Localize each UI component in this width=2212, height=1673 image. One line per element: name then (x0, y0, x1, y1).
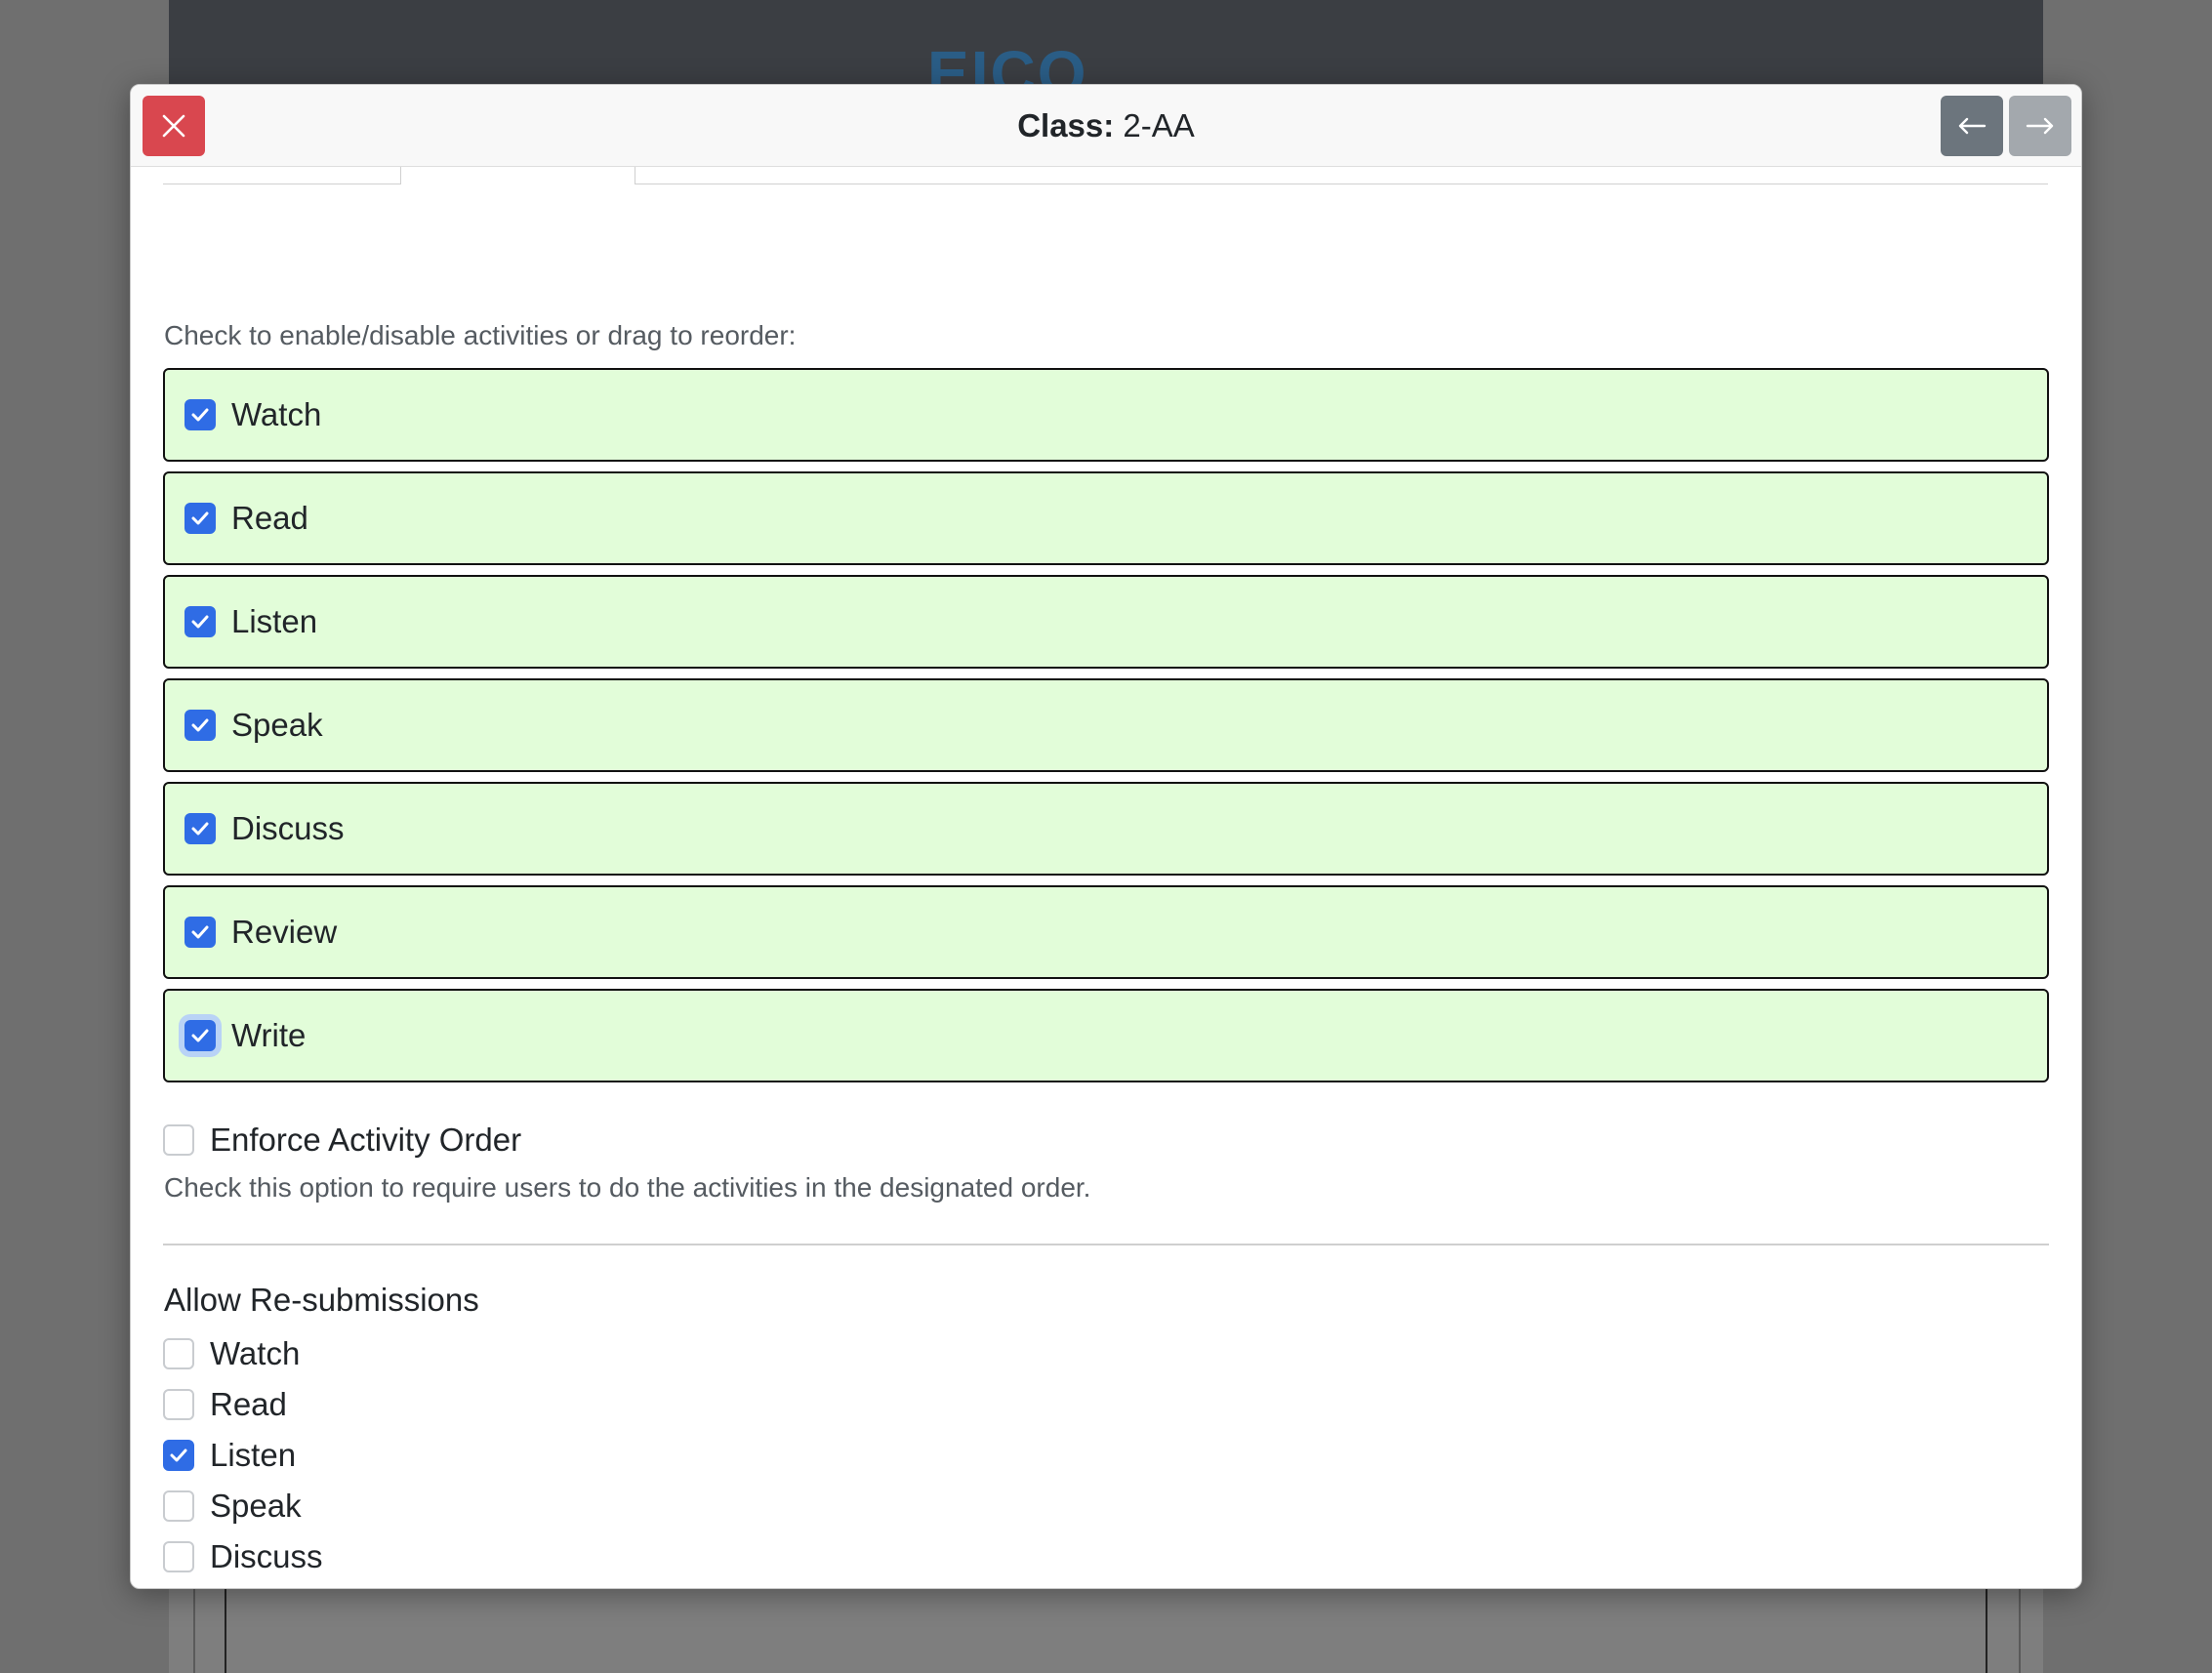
activity-item[interactable]: Read (163, 471, 2049, 565)
resubmission-option[interactable]: Read (163, 1379, 323, 1430)
check-icon (191, 408, 209, 422)
activity-checkbox[interactable] (184, 710, 216, 741)
check-icon (191, 615, 209, 629)
resubmission-checkbox[interactable] (163, 1490, 194, 1522)
resubmission-label: Read (210, 1386, 287, 1422)
class-settings-modal: Class: 2-AA Check to enable/disable acti… (130, 84, 2082, 1589)
check-icon (191, 925, 209, 939)
arrow-right-icon (2026, 117, 2054, 135)
check-icon (191, 1029, 209, 1042)
resubmission-label: Watch (210, 1335, 301, 1371)
modal-title-label: Class: (1017, 107, 1115, 143)
activity-item[interactable]: Listen (163, 575, 2049, 669)
next-button[interactable] (2009, 96, 2071, 156)
activity-item[interactable]: Speak (163, 678, 2049, 772)
modal-title: Class: 2-AA (131, 85, 2081, 167)
modal-body: Check to enable/disable activities or dr… (131, 167, 2081, 1588)
arrow-left-icon (1958, 117, 1987, 135)
check-icon (191, 822, 209, 836)
resubmission-checkbox[interactable] (163, 1440, 194, 1471)
check-icon (191, 511, 209, 525)
activity-label: Discuss (231, 810, 345, 846)
resubmission-label: Speak (210, 1488, 302, 1524)
activity-item[interactable]: Review (163, 885, 2049, 979)
resubmission-option[interactable]: Speak (163, 1481, 323, 1531)
tab-remnant-left (163, 167, 401, 184)
enforce-order-help: Check this option to require users to do… (164, 1172, 1091, 1203)
activity-item[interactable]: Watch (163, 368, 2049, 462)
activity-item[interactable]: Write (163, 989, 2049, 1082)
enforce-order-checkbox[interactable] (163, 1124, 194, 1156)
resubmission-checkbox[interactable] (163, 1389, 194, 1420)
resubmissions-list: WatchReadListenSpeakDiscussReviewWrite (163, 1328, 323, 1588)
background-frame-inner (225, 1581, 1987, 1673)
check-icon (191, 718, 209, 732)
activity-label: Review (231, 914, 338, 950)
activity-label: Watch (231, 396, 322, 432)
resubmission-checkbox[interactable] (163, 1541, 194, 1572)
resubmission-label: Listen (210, 1437, 297, 1473)
enforce-order-option[interactable]: Enforce Activity Order (163, 1122, 521, 1159)
enforce-order-label: Enforce Activity Order (210, 1122, 522, 1158)
activity-checkbox[interactable] (184, 917, 216, 948)
resubmission-option[interactable]: Listen (163, 1430, 323, 1481)
activity-checkbox[interactable] (184, 606, 216, 637)
activity-label: Speak (231, 707, 323, 743)
resubmission-option[interactable]: Review (163, 1582, 323, 1588)
activity-list: Watch Read Listen Speak Discuss Review Write (163, 368, 2049, 1092)
close-icon (162, 114, 185, 138)
resubmission-label: Discuss (210, 1538, 323, 1574)
activity-item[interactable]: Discuss (163, 782, 2049, 876)
previous-button[interactable] (1941, 96, 2003, 156)
modal-title-value: 2-AA (1123, 107, 1195, 143)
modal-header: Class: 2-AA (131, 85, 2081, 167)
activity-checkbox[interactable] (184, 503, 216, 534)
activity-checkbox[interactable] (184, 1020, 216, 1051)
check-icon (170, 1449, 187, 1462)
activity-label: Write (231, 1017, 307, 1053)
tab-remnant-right (635, 167, 2048, 184)
activity-label: Read (231, 500, 308, 536)
activity-label: Listen (231, 603, 318, 639)
resubmission-checkbox[interactable] (163, 1338, 194, 1369)
resubmission-option[interactable]: Watch (163, 1328, 323, 1379)
section-divider (163, 1244, 2049, 1245)
resubmission-option[interactable]: Discuss (163, 1531, 323, 1582)
resubmissions-title: Allow Re-submissions (164, 1282, 479, 1318)
activity-checkbox[interactable] (184, 399, 216, 430)
activities-instructions: Check to enable/disable activities or dr… (164, 320, 797, 350)
activity-checkbox[interactable] (184, 813, 216, 844)
close-button[interactable] (143, 96, 205, 156)
